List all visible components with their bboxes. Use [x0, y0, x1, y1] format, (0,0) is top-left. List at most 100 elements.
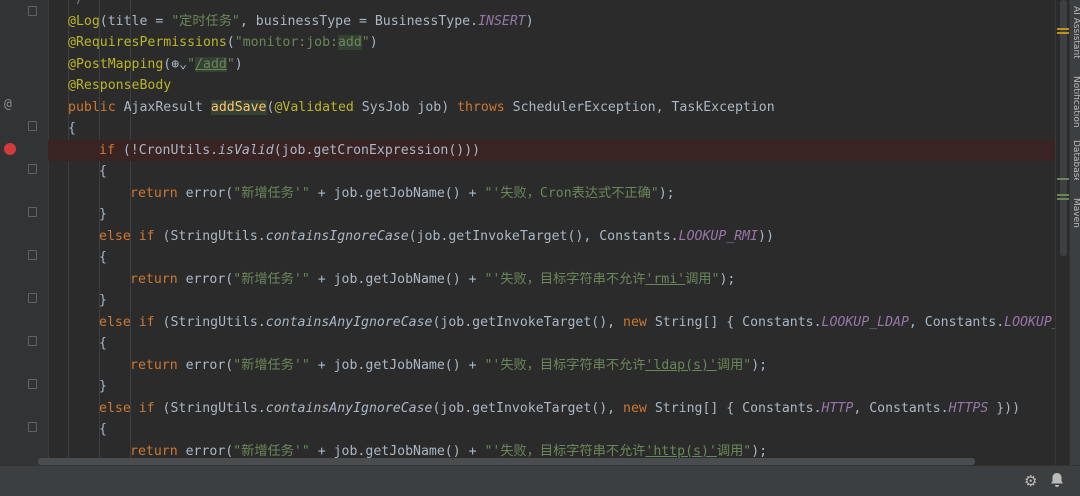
code-token: return	[130, 271, 186, 287]
code-token: SchedulerException, TaskException	[512, 99, 775, 115]
code-line[interactable]: return error("新增任务'" + job.getJobName() …	[48, 183, 1055, 205]
editor-gutter[interactable]: @	[0, 0, 49, 465]
code-token: "新增任务'"	[233, 185, 310, 201]
code-text[interactable]: else if (StringUtils.containsAnyIgnoreCa…	[99, 398, 1020, 420]
code-line[interactable]: return error("新增任务'" + job.getJobName() …	[48, 269, 1055, 291]
right-tool-window-bar: AI Assistant Notifications Database Mave…	[1069, 0, 1080, 465]
override-marker-icon[interactable]: @	[4, 98, 12, 112]
code-text[interactable]: return error("新增任务'" + job.getJobName() …	[130, 269, 735, 291]
code-token: return	[130, 185, 186, 201]
tool-window-database[interactable]: Database	[1070, 140, 1080, 180]
code-text[interactable]: public AjaxResult addSave(@Validated Sys…	[68, 97, 775, 119]
code-line[interactable]: else if (StringUtils.containsAnyIgnoreCa…	[48, 398, 1055, 420]
code-line[interactable]: @Log(title = "定时任务", businessType = Busi…	[48, 11, 1055, 33]
code-line[interactable]: @ResponseBody	[48, 75, 1055, 97]
code-text[interactable]: @RequiresPermissions("monitor:job:add")	[68, 32, 378, 54]
code-line[interactable]: }	[48, 376, 1055, 398]
code-line[interactable]: }	[48, 290, 1055, 312]
code-line[interactable]: else if (StringUtils.containsAnyIgnoreCa…	[48, 312, 1055, 334]
code-token: (⊕⌄	[163, 56, 188, 72]
code-line-breakpoint[interactable]: if (!CronUtils.isValid(job.getCronExpres…	[48, 139, 1055, 162]
code-token: error(	[185, 271, 234, 287]
fold-marker-icon[interactable]	[28, 293, 37, 303]
code-token: "	[361, 35, 370, 50]
code-text[interactable]: {	[99, 161, 107, 183]
code-text[interactable]: @PostMapping(⊕⌄"/add")	[68, 54, 243, 76]
fold-marker-icon[interactable]	[28, 422, 37, 432]
fold-marker-icon[interactable]	[28, 250, 37, 260]
fold-marker-icon[interactable]	[28, 6, 37, 16]
code-line[interactable]: {	[48, 118, 1055, 140]
fold-marker-icon[interactable]	[28, 207, 37, 217]
code-token: new	[623, 400, 655, 416]
code-text[interactable]: return error("新增任务'" + job.getJobName() …	[130, 355, 767, 377]
warning-stripe-mark[interactable]	[1057, 32, 1069, 34]
code-token: containsAnyIgnoreCase	[265, 314, 433, 330]
code-token: + job.getJobName() +	[309, 271, 485, 287]
code-token: return	[130, 357, 186, 373]
code-line[interactable]: return error("新增任务'" + job.getJobName() …	[48, 355, 1055, 377]
code-token: {	[99, 250, 107, 265]
code-token: else if	[99, 400, 163, 416]
code-token: )	[525, 13, 534, 29]
info-stripe-mark[interactable]	[1057, 178, 1069, 180]
code-line[interactable]: */	[48, 0, 1055, 11]
code-token: (job.getInvokeTarget(),	[432, 400, 624, 416]
code-text[interactable]: }	[99, 204, 107, 226]
code-text[interactable]: {	[99, 247, 107, 269]
warning-stripe-mark[interactable]	[1057, 28, 1069, 30]
code-text[interactable]: @ResponseBody	[68, 75, 171, 97]
code-token: }	[99, 207, 107, 222]
code-text[interactable]: }	[99, 376, 107, 398]
code-token: @PostMapping	[68, 56, 164, 72]
tool-window-maven[interactable]: Maven	[1070, 198, 1080, 248]
code-text[interactable]: return error("新增任务'" + job.getJobName() …	[130, 183, 675, 205]
vertical-scrollbar[interactable]	[1060, 0, 1067, 256]
code-token: LOOKUP_LDAP	[821, 314, 909, 330]
fold-marker-icon[interactable]	[28, 336, 37, 346]
code-line[interactable]: {	[48, 419, 1055, 441]
code-line[interactable]: }	[48, 204, 1055, 226]
code-token: }))	[988, 400, 1021, 416]
code-line[interactable]: public AjaxResult addSave(@Validated Sys…	[48, 97, 1055, 119]
gear-icon[interactable]: ⚙	[1024, 472, 1037, 490]
breakpoint-icon[interactable]	[4, 143, 16, 155]
fold-marker-icon[interactable]	[28, 379, 37, 389]
code-token: @Log	[68, 13, 100, 29]
code-token: "新增任务'"	[233, 443, 310, 459]
info-stripe-mark[interactable]	[1057, 194, 1069, 196]
code-token: )	[369, 35, 378, 50]
code-line[interactable]: {	[48, 247, 1055, 269]
bell-icon[interactable]	[1050, 472, 1064, 492]
fold-marker-icon[interactable]	[28, 164, 37, 174]
code-text[interactable]: if (!CronUtils.isValid(job.getCronExpres…	[99, 140, 480, 162]
code-token: @ResponseBody	[68, 78, 172, 93]
code-text[interactable]: {	[99, 419, 107, 441]
code-token: public	[68, 99, 124, 115]
code-line[interactable]: @RequiresPermissions("monitor:job:add")	[48, 32, 1055, 54]
code-text[interactable]: else if (StringUtils.containsAnyIgnoreCa…	[99, 312, 1055, 334]
code-token: (job.getCronExpression()))	[273, 142, 481, 158]
code-line[interactable]: @PostMapping(⊕⌄"/add")	[48, 54, 1055, 76]
fold-marker-icon[interactable]	[28, 121, 37, 131]
code-line[interactable]: {	[48, 333, 1055, 355]
status-bar: ⚙	[0, 465, 1080, 496]
horizontal-scrollbar[interactable]	[38, 458, 975, 465]
code-text[interactable]: else if (StringUtils.containsIgnoreCase(…	[99, 226, 774, 248]
code-text[interactable]: {	[68, 118, 76, 140]
code-token: throws	[457, 99, 513, 115]
code-token: (title =	[99, 13, 172, 29]
error-stripe[interactable]	[1055, 0, 1070, 465]
code-line[interactable]: else if (StringUtils.containsIgnoreCase(…	[48, 226, 1055, 248]
code-token: else if	[99, 228, 163, 244]
code-text[interactable]: @Log(title = "定时任务", businessType = Busi…	[68, 11, 534, 33]
info-stripe-mark[interactable]	[1057, 198, 1069, 200]
code-line[interactable]: {	[48, 161, 1055, 183]
tool-window-notifications[interactable]: Notifications	[1070, 76, 1080, 128]
tool-window-ai-assistant[interactable]: AI Assistant	[1070, 6, 1080, 64]
code-token: , Constants.	[853, 400, 949, 416]
code-editor[interactable]: */ @Log(title = "定时任务", businessType = B…	[48, 0, 1055, 465]
code-text[interactable]: }	[99, 290, 107, 312]
code-token: "'失败，目标字符串不允许	[484, 271, 646, 287]
code-text[interactable]: {	[99, 333, 107, 355]
